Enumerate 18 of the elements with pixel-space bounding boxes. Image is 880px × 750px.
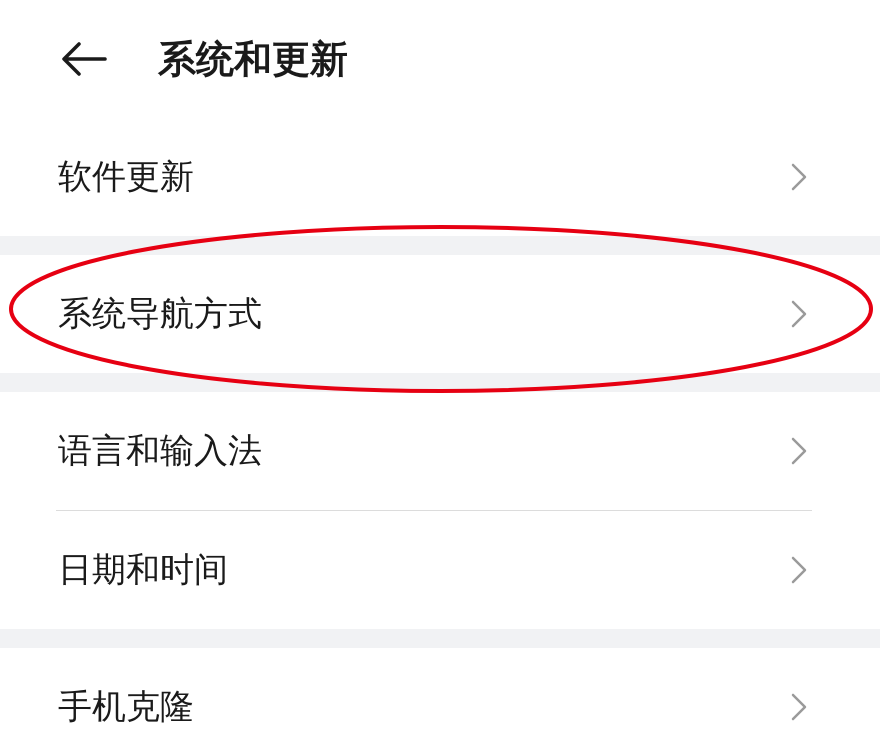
row-label: 语言和输入法 [58, 430, 262, 472]
back-arrow-icon [61, 41, 107, 77]
chevron-right-icon [790, 436, 808, 466]
row-label: 系统导航方式 [58, 292, 262, 336]
chevron-right-icon [790, 299, 808, 329]
settings-row[interactable]: 系统导航方式 [0, 255, 880, 373]
settings-row[interactable]: 日期和时间 [0, 511, 880, 629]
chevron-right-icon [790, 555, 808, 585]
row-label: 日期和时间 [58, 548, 228, 592]
row-label: 软件更新 [58, 156, 194, 198]
back-button[interactable] [60, 39, 108, 79]
page-title: 系统和更新 [158, 36, 348, 82]
chevron-right-icon [790, 692, 808, 722]
settings-row[interactable]: 软件更新 [0, 118, 880, 236]
settings-row[interactable]: 手机克隆 [0, 648, 880, 750]
settings-row[interactable]: 语言和输入法 [0, 392, 880, 510]
row-label: 手机克隆 [58, 686, 194, 728]
chevron-right-icon [790, 162, 808, 192]
